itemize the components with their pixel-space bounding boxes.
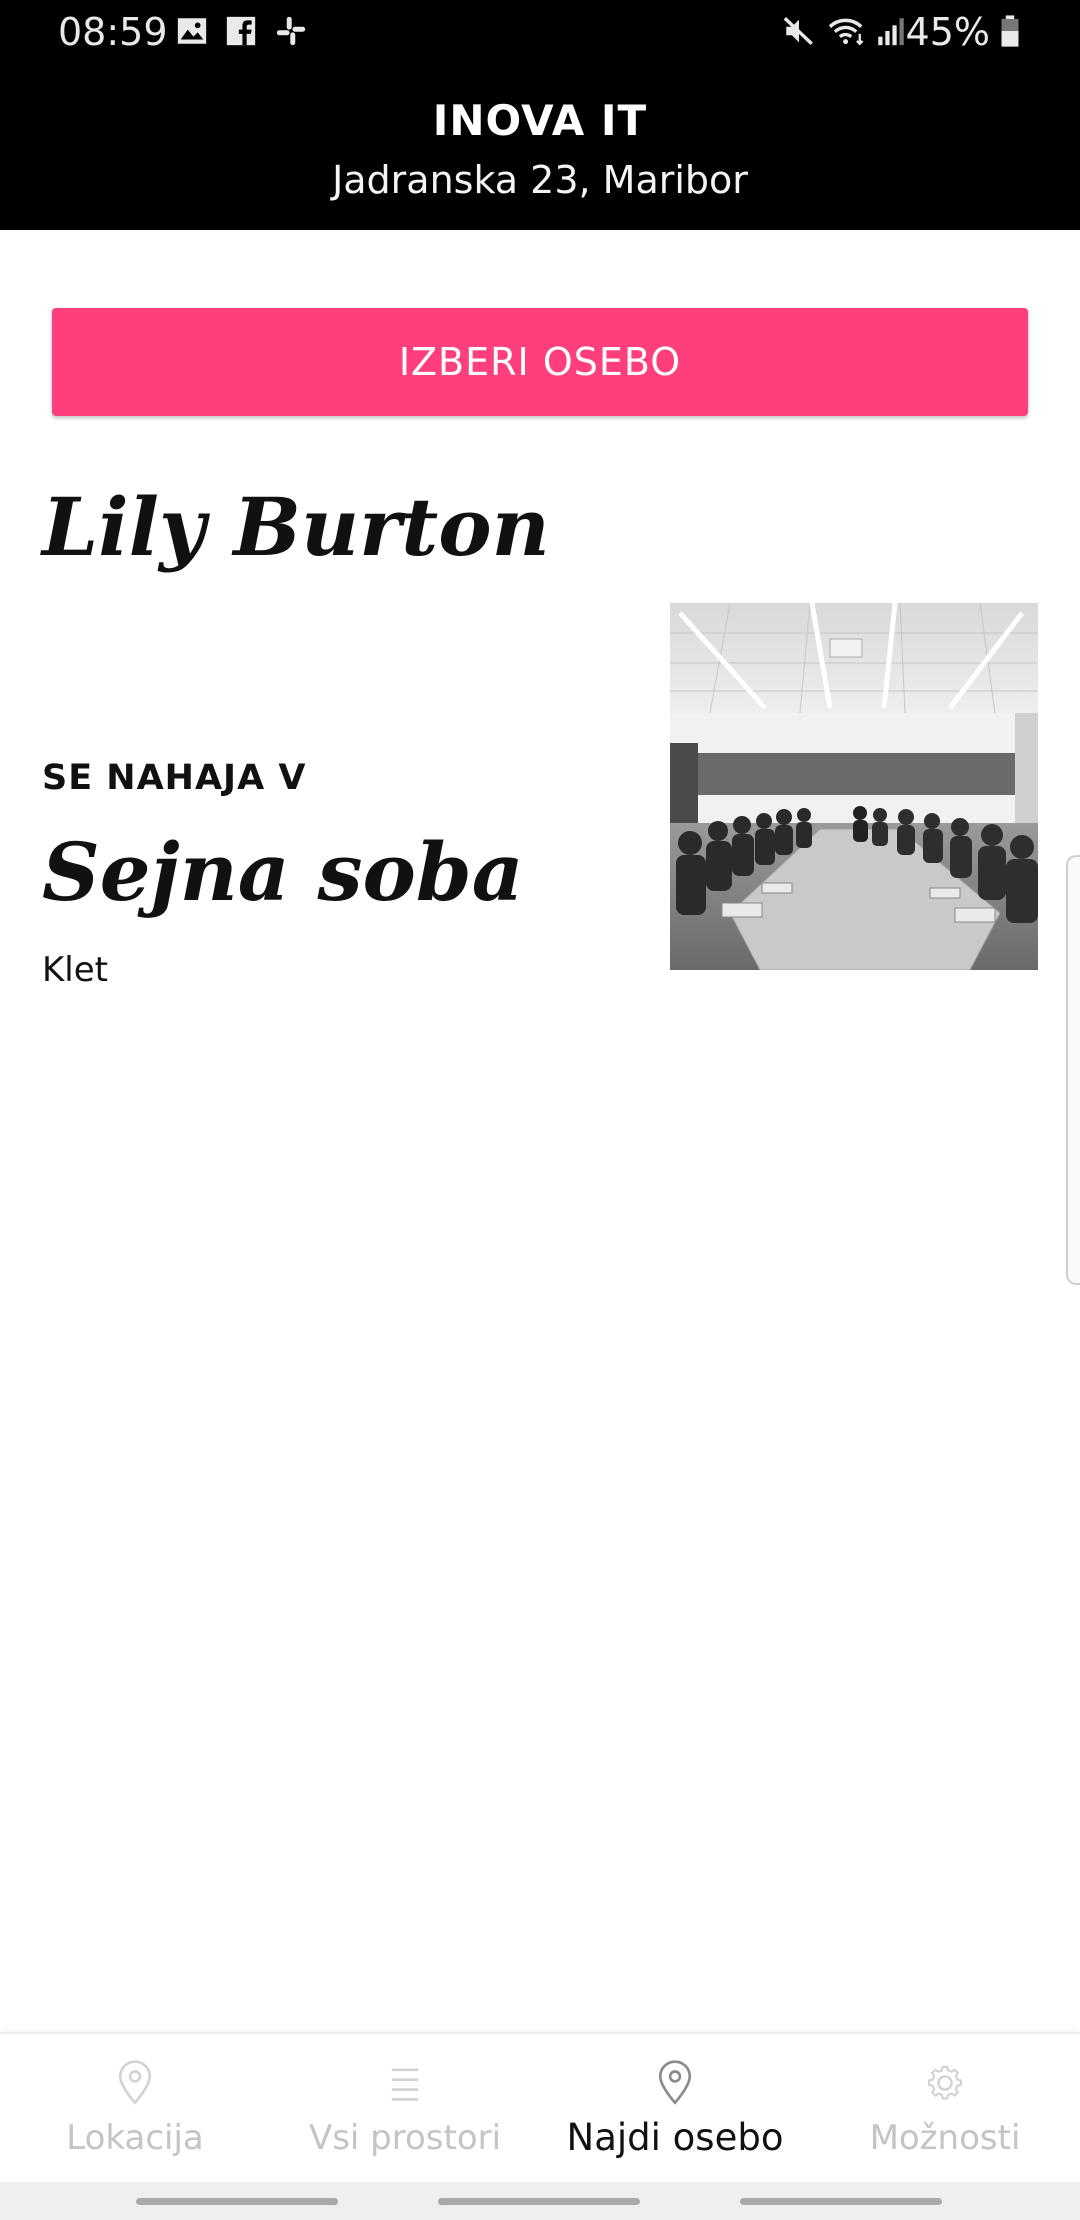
battery-icon <box>1001 15 1019 47</box>
list-icon <box>391 2068 419 2101</box>
gesture-handle[interactable] <box>740 2198 942 2205</box>
nav-label-vsi-prostori: Vsi prostori <box>308 2118 502 2158</box>
select-person-button[interactable]: IZBERI OSEBO <box>52 308 1028 416</box>
nav-item-moznosti[interactable]: Možnosti <box>810 2034 1080 2184</box>
located-in-label: SE NAHAJA V <box>42 758 307 798</box>
facebook-icon <box>226 16 256 46</box>
app-header: 08:59 45% INOVA IT Jadranska 23, Maribor <box>0 0 1080 230</box>
person-name: Lily Burton <box>42 480 550 574</box>
battery-percentage: 45% <box>905 10 990 54</box>
image-icon <box>177 18 207 44</box>
gear-icon <box>928 2065 962 2100</box>
select-person-button-label: IZBERI OSEBO <box>398 340 682 384</box>
nav-label-lokacija: Lokacija <box>66 2118 204 2158</box>
nav-item-lokacija[interactable]: Lokacija <box>0 2034 270 2184</box>
header-address: Jadranska 23, Maribor <box>332 158 748 202</box>
location-pin-icon <box>658 2060 692 2105</box>
signal-icon <box>878 18 904 46</box>
system-gesture-bar <box>0 2182 1080 2220</box>
room-name: Sejna soba <box>42 825 524 919</box>
wifi-icon <box>828 18 864 46</box>
edge-panel-handle[interactable] <box>1066 855 1080 1285</box>
room-floor: Klet <box>42 950 108 990</box>
gesture-handle[interactable] <box>438 2198 640 2205</box>
status-bar: 08:59 45% <box>0 0 1080 64</box>
gesture-handle[interactable] <box>136 2198 338 2205</box>
status-time: 08:59 <box>58 10 168 54</box>
bottom-navigation: Lokacija Vsi prostori Najdi osebo Možnos… <box>0 2032 1080 2184</box>
location-pin-icon <box>118 2060 152 2105</box>
nav-item-najdi-osebo[interactable]: Najdi osebo <box>540 2034 810 2184</box>
nav-label-najdi-osebo: Najdi osebo <box>566 2116 784 2159</box>
nav-item-vsi-prostori[interactable]: Vsi prostori <box>270 2034 540 2184</box>
header-title: INOVA IT <box>432 96 648 145</box>
room-photo <box>670 603 1038 970</box>
nav-label-moznosti: Možnosti <box>869 2118 1021 2158</box>
slack-icon <box>276 16 306 46</box>
mute-icon <box>783 17 813 45</box>
